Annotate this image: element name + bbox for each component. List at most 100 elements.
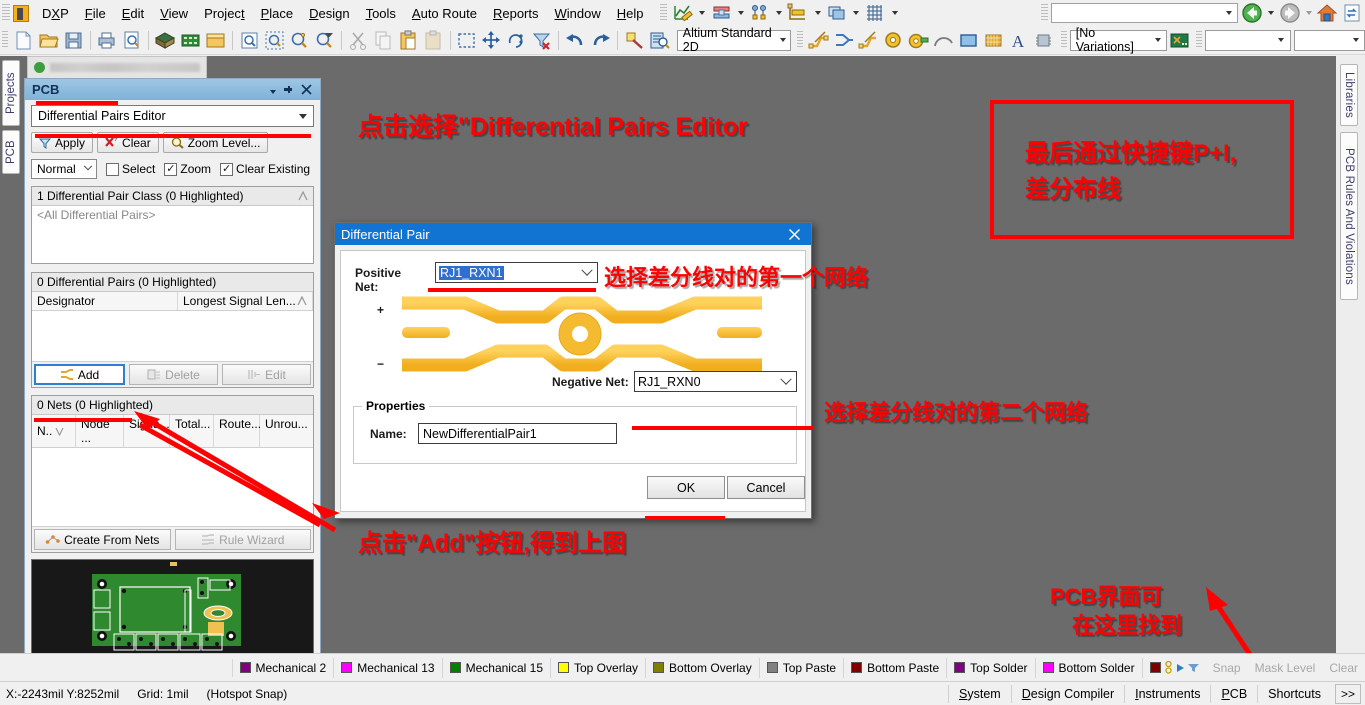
close-icon[interactable] xyxy=(301,84,312,95)
rotate-icon[interactable] xyxy=(505,29,528,52)
layer-stack-manager-icon[interactable] xyxy=(710,2,734,24)
positive-net-arrow[interactable] xyxy=(577,263,597,282)
open-folder-icon[interactable] xyxy=(37,29,60,52)
select-checkbox-box[interactable] xyxy=(106,163,119,176)
print-icon[interactable] xyxy=(95,29,118,52)
save-icon[interactable] xyxy=(62,29,85,52)
status-button-design-compiler[interactable]: Design Compiler xyxy=(1011,685,1124,703)
column-longest-signal-len[interactable]: Longest Signal Len... xyxy=(178,292,313,310)
move-icon[interactable] xyxy=(480,29,503,52)
menu-design[interactable]: Design xyxy=(301,3,357,24)
home-icon[interactable] xyxy=(1316,2,1339,24)
address-combo[interactable] xyxy=(1051,3,1238,23)
zoom-checkbox-box[interactable]: ✓ xyxy=(164,163,177,176)
negative-net-combo[interactable]: RJ1_RXN0 xyxy=(634,371,797,392)
paste-icon[interactable] xyxy=(397,29,420,52)
menu-help[interactable]: Help xyxy=(609,3,652,24)
status-button-pcb[interactable]: PCB xyxy=(1210,685,1257,703)
clear-filter-icon[interactable] xyxy=(530,29,553,52)
redo-icon[interactable] xyxy=(589,29,612,52)
layer-tab-bottom-paste[interactable]: Bottom Paste xyxy=(844,658,947,678)
netlist-dropdown[interactable] xyxy=(773,3,785,23)
select-checkbox[interactable]: Select xyxy=(106,162,155,176)
mask-mode-select[interactable]: Normal xyxy=(31,159,97,179)
variations-arrow[interactable] xyxy=(1150,31,1166,50)
layer-tab-mechanical-15[interactable]: Mechanical 15 xyxy=(443,658,551,678)
menu-view[interactable]: View xyxy=(152,3,196,24)
sort-asc-icon[interactable] xyxy=(298,191,308,201)
layer-tab-bottom-solder[interactable]: Bottom Solder xyxy=(1036,658,1143,678)
mask-mode-arrow[interactable] xyxy=(80,166,96,172)
toolbar-grip-4[interactable] xyxy=(1196,31,1202,49)
board-shape-dropdown[interactable] xyxy=(811,3,823,23)
toolbar-combo-a[interactable] xyxy=(1205,30,1291,51)
column-designator[interactable]: Designator xyxy=(32,292,178,310)
menu-project[interactable]: Project xyxy=(196,3,252,24)
pcb-document-icon[interactable] xyxy=(179,29,202,52)
document-tab[interactable] xyxy=(27,56,207,78)
add-button[interactable]: Add xyxy=(34,364,125,385)
via-icon[interactable] xyxy=(882,29,905,52)
back-dropdown[interactable] xyxy=(1265,3,1277,23)
layer-tab-top-paste[interactable]: Top Paste xyxy=(760,658,844,678)
toolbar-combo-b-arrow[interactable] xyxy=(1347,31,1364,50)
menu-grip[interactable] xyxy=(2,4,10,22)
toolbar-combo-a-arrow[interactable] xyxy=(1273,31,1290,50)
status-button-instruments[interactable]: Instruments xyxy=(1124,685,1210,703)
pcb-board-preview[interactable] xyxy=(31,559,314,656)
grid-settings-icon[interactable] xyxy=(863,2,887,24)
play-icon[interactable] xyxy=(1176,663,1185,673)
fill-icon[interactable] xyxy=(957,29,980,52)
positive-net-combo[interactable]: RJ1_RXN1 xyxy=(435,262,598,283)
route-multiple-icon[interactable] xyxy=(857,29,880,52)
menu-auto-route[interactable]: Auto Route xyxy=(404,3,485,24)
paste-special-icon[interactable] xyxy=(422,29,445,52)
design-rules-check-icon[interactable] xyxy=(671,2,695,24)
sort-desc-icon[interactable] xyxy=(55,427,64,436)
status-button-shortcuts[interactable]: Shortcuts xyxy=(1257,685,1331,703)
select-area-icon[interactable] xyxy=(455,29,478,52)
toolbar-grip-1[interactable] xyxy=(2,31,8,49)
menu-toolbar-grip[interactable] xyxy=(660,4,668,22)
variations-combo[interactable]: [No Variations] xyxy=(1070,30,1167,51)
editor-mode-select[interactable]: Differential Pairs Editor xyxy=(31,105,314,127)
polygon-pour-icon[interactable] xyxy=(982,29,1005,52)
board-3d-icon[interactable] xyxy=(154,29,177,52)
cancel-button[interactable]: Cancel xyxy=(727,476,805,499)
netlist-icon[interactable] xyxy=(748,2,772,24)
mask-level-button[interactable]: Mask Level xyxy=(1248,658,1323,678)
menu-dxp[interactable]: DXP xyxy=(34,3,77,24)
layer-tab-mechanical-2[interactable]: Mechanical 2 xyxy=(233,658,335,678)
documents-icon[interactable] xyxy=(1341,2,1364,24)
diffpairs-rows[interactable] xyxy=(32,311,313,361)
wand-icon[interactable] xyxy=(623,29,646,52)
ok-button[interactable]: OK xyxy=(647,476,725,499)
name-input[interactable]: NewDifferentialPair1 xyxy=(418,423,617,444)
view-config-arrow[interactable] xyxy=(776,31,791,50)
sort-asc-icon[interactable] xyxy=(297,296,307,306)
dialog-titlebar[interactable]: Differential Pair xyxy=(335,223,811,245)
grid-dropdown[interactable] xyxy=(888,3,900,23)
toolbar-grip-3[interactable] xyxy=(1061,31,1067,49)
address-combo-arrow[interactable] xyxy=(1221,4,1237,22)
filter-icon[interactable] xyxy=(1188,663,1199,673)
back-arrow-icon[interactable] xyxy=(1241,2,1264,24)
right-tab-libraries[interactable]: Libraries xyxy=(1340,64,1358,126)
menu-place[interactable]: Place xyxy=(253,3,302,24)
copy-icon[interactable] xyxy=(372,29,395,52)
clear-mask-button[interactable]: Clear xyxy=(1322,658,1365,678)
zoom-in-icon[interactable] xyxy=(288,29,311,52)
nav-toolbar-grip[interactable] xyxy=(1041,4,1049,22)
menu-reports[interactable]: Reports xyxy=(485,3,547,24)
menu-tools[interactable]: Tools xyxy=(358,3,404,24)
undo-icon[interactable] xyxy=(564,29,587,52)
menu-window[interactable]: Window xyxy=(547,3,609,24)
pad-icon[interactable] xyxy=(907,29,930,52)
negative-net-arrow[interactable] xyxy=(776,372,796,391)
zoom-area-icon[interactable] xyxy=(263,29,286,52)
right-tab-pcb-rules[interactable]: PCB Rules And Violations xyxy=(1340,132,1358,300)
layer-tab-bottom-overlay[interactable]: Bottom Overlay xyxy=(646,658,760,678)
menu-edit[interactable]: Edit xyxy=(114,3,152,24)
print-preview-icon[interactable] xyxy=(120,29,143,52)
arc-icon[interactable] xyxy=(932,29,955,52)
